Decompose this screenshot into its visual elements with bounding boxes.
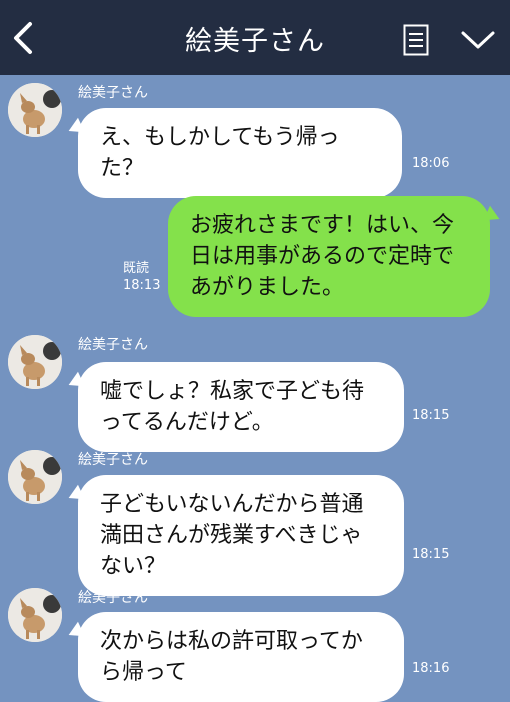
chat-header: 絵美子さん xyxy=(0,0,510,75)
incoming-message-bubble[interactable]: え、もしかしてもう帰った？ xyxy=(78,108,402,198)
incoming-message-bubble[interactable]: 次からは私の許可取ってから帰って xyxy=(78,612,404,702)
message-time: 18:15 xyxy=(412,408,450,423)
sender-name: 絵美子さん xyxy=(78,337,148,353)
read-label: 既読 xyxy=(123,261,150,276)
avatar[interactable] xyxy=(8,450,62,504)
message-time: 18:15 xyxy=(412,547,450,562)
menu-list-icon[interactable] xyxy=(403,24,429,56)
message-time: 18:06 xyxy=(412,156,450,171)
sender-name: 絵美子さん xyxy=(78,452,148,468)
avatar[interactable] xyxy=(8,588,62,642)
read-receipt: 既読 18:13 xyxy=(123,260,160,294)
incoming-message-bubble[interactable]: 嘘でしょ？私家で子ども待ってるんだけど。 xyxy=(78,362,404,452)
message-time: 18:16 xyxy=(412,661,450,676)
sender-name: 絵美子さん xyxy=(78,85,148,101)
sender-name: 絵美子さん xyxy=(78,590,148,606)
chat-title: 絵美子さん xyxy=(185,26,325,57)
message-time: 18:13 xyxy=(123,278,161,293)
outgoing-message-bubble[interactable]: お疲れさまです！はい、今日は用事があるので定時であがりました。 xyxy=(168,196,490,317)
avatar[interactable] xyxy=(8,335,62,389)
incoming-message-bubble[interactable]: 子どもいないんだから普通満田さんが残業すべきじゃない？ xyxy=(78,475,404,596)
avatar[interactable] xyxy=(8,83,62,137)
expand-chevron-icon[interactable] xyxy=(460,30,496,50)
